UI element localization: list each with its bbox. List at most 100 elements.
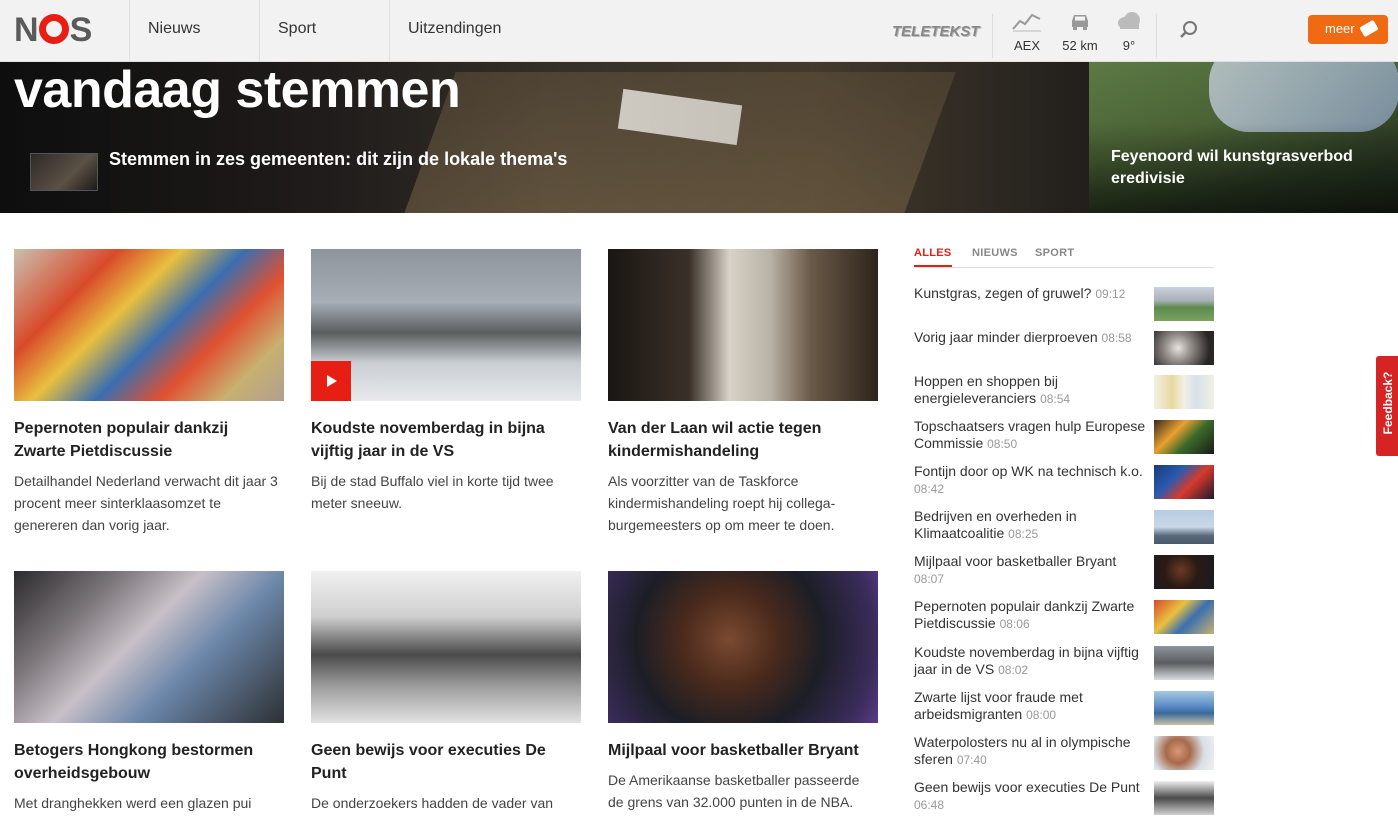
news-text[interactable]: Kunstgras, zegen of gruwel? 09:12 xyxy=(914,285,1146,303)
news-time: 08:00 xyxy=(1026,708,1057,722)
list-item[interactable]: Zwarte lijst voor fraude met arbeidsmigr… xyxy=(914,689,1214,727)
sidebar-tabs: ALLES NIEUWS SPORT xyxy=(914,243,1214,268)
tab-sport[interactable]: SPORT xyxy=(1035,247,1074,259)
news-thumbnail[interactable] xyxy=(1154,331,1214,365)
article-description: Met dranghekken werd een glazen pui xyxy=(14,795,252,811)
hero-title[interactable]: vandaag stemmen xyxy=(14,62,461,120)
news-title: Waterpolosters nu al in olympische sfere… xyxy=(914,734,1131,767)
list-item[interactable]: Hoppen en shoppen bij energieleverancier… xyxy=(914,373,1214,411)
news-time: 06:48 xyxy=(914,798,945,812)
news-thumbnail[interactable] xyxy=(1154,555,1214,589)
nav-item-sport[interactable]: Sport xyxy=(259,0,389,61)
article-title[interactable]: Koudste novemberdag in bijna vijftig jaa… xyxy=(311,417,581,463)
news-text[interactable]: Pepernoten populair dankzij Zwarte Pietd… xyxy=(914,598,1146,633)
list-item[interactable]: Topschaatsers vragen hulp Europese Commi… xyxy=(914,418,1214,456)
feedback-tab[interactable]: Feedback? xyxy=(1376,356,1398,456)
news-thumbnail[interactable] xyxy=(1154,287,1214,321)
news-title: Geen bewijs voor executies De Punt xyxy=(914,779,1140,795)
news-title: Topschaatsers vragen hulp Europese Commi… xyxy=(914,418,1146,451)
article-card[interactable]: Mijlpaal voor basketballer Bryant De Ame… xyxy=(608,571,878,813)
list-item[interactable]: Pepernoten populair dankzij Zwarte Pietd… xyxy=(914,598,1214,636)
article-image[interactable] xyxy=(311,571,581,723)
article-title[interactable]: Geen bewijs voor executies De Punt xyxy=(311,739,581,785)
article-description: Bij de stad Buffalo viel in korte tijd t… xyxy=(311,473,554,511)
list-item[interactable]: Kunstgras, zegen of gruwel? 09:12 xyxy=(914,285,1214,323)
news-time: 09:12 xyxy=(1095,287,1126,301)
news-text[interactable]: Zwarte lijst voor fraude met arbeidsmigr… xyxy=(914,689,1146,724)
article-image[interactable] xyxy=(608,249,878,401)
play-icon[interactable] xyxy=(311,361,351,401)
list-item[interactable]: Waterpolosters nu al in olympische sfere… xyxy=(914,734,1214,772)
weather-widget[interactable]: 9° xyxy=(1114,10,1144,53)
article-title[interactable]: Betogers Hongkong bestormen overheidsgeb… xyxy=(14,739,284,785)
list-item[interactable]: Fontijn door op WK na technisch k.o. 08:… xyxy=(914,463,1214,501)
traffic-widget[interactable]: 52 km xyxy=(1058,10,1102,53)
news-text[interactable]: Bedrijven en overheden in Klimaatcoaliti… xyxy=(914,508,1146,543)
article-image[interactable] xyxy=(14,571,284,723)
news-thumbnail[interactable] xyxy=(1154,420,1214,454)
aex-widget[interactable]: AEX xyxy=(1010,10,1044,53)
chart-icon xyxy=(1012,13,1041,32)
article-image[interactable] xyxy=(311,249,581,401)
news-thumbnail[interactable] xyxy=(1154,465,1214,499)
divider xyxy=(1156,14,1157,58)
news-thumbnail[interactable] xyxy=(1154,781,1214,815)
cloud-icon xyxy=(1118,12,1140,29)
divider xyxy=(992,14,993,58)
news-thumbnail[interactable] xyxy=(1154,600,1214,634)
article-description: De onderzoekers hadden de vader van xyxy=(311,795,554,811)
news-text[interactable]: Koudste novemberdag in bijna vijftig jaa… xyxy=(914,644,1146,679)
article-title[interactable]: Pepernoten populair dankzij Zwarte Pietd… xyxy=(14,417,284,463)
article-title[interactable]: Mijlpaal voor basketballer Bryant xyxy=(608,739,878,762)
news-time: 08:02 xyxy=(998,663,1029,677)
teletekst-link[interactable]: TELETEKST xyxy=(892,23,980,40)
news-time: 08:25 xyxy=(1008,527,1039,541)
news-time: 08:06 xyxy=(999,617,1030,631)
list-item[interactable]: Bedrijven en overheden in Klimaatcoaliti… xyxy=(914,508,1214,546)
news-text[interactable]: Mijlpaal voor basketballer Bryant 08:07 xyxy=(914,553,1146,588)
news-thumbnail[interactable] xyxy=(1154,646,1214,680)
hero-main-image[interactable]: vandaag stemmen Stemmen in zes gemeenten… xyxy=(0,62,1089,213)
feedback-label: Feedback? xyxy=(1381,371,1395,435)
news-text[interactable]: Hoppen en shoppen bij energieleverancier… xyxy=(914,373,1146,408)
news-time: 08:50 xyxy=(987,437,1018,451)
article-card[interactable]: Koudste novemberdag in bijna vijftig jaa… xyxy=(311,249,581,514)
search-button[interactable] xyxy=(1178,19,1200,46)
news-thumbnail[interactable] xyxy=(1154,375,1214,409)
article-card[interactable]: Betogers Hongkong bestormen overheidsgeb… xyxy=(14,571,284,814)
news-text[interactable]: Topschaatsers vragen hulp Europese Commi… xyxy=(914,418,1146,453)
news-thumbnail[interactable] xyxy=(1154,510,1214,544)
news-text[interactable]: Vorig jaar minder dierproeven 08:58 xyxy=(914,329,1146,347)
list-item[interactable]: Geen bewijs voor executies De Punt 06:48 xyxy=(914,779,1214,817)
list-item[interactable]: Mijlpaal voor basketballer Bryant 08:07 xyxy=(914,553,1214,591)
hero-side-title[interactable]: Feyenoord wil kunstgrasverbod eredivisie xyxy=(1111,146,1391,190)
hero-section: vandaag stemmen Stemmen in zes gemeenten… xyxy=(0,62,1398,213)
hero-side-image[interactable]: Feyenoord wil kunstgrasverbod eredivisie xyxy=(1089,62,1398,213)
hero-thumbnail[interactable] xyxy=(30,153,98,191)
nav-item-nieuws[interactable]: Nieuws xyxy=(129,0,259,61)
tab-nieuws[interactable]: NIEUWS xyxy=(972,247,1018,259)
news-thumbnail[interactable] xyxy=(1154,691,1214,725)
article-card[interactable]: Van der Laan wil actie tegen kindermisha… xyxy=(608,249,878,536)
news-thumbnail[interactable] xyxy=(1154,736,1214,770)
article-title[interactable]: Van der Laan wil actie tegen kindermisha… xyxy=(608,417,878,463)
news-time: 08:07 xyxy=(914,572,945,586)
article-card[interactable]: Geen bewijs voor executies De Punt De on… xyxy=(311,571,581,814)
news-text[interactable]: Geen bewijs voor executies De Punt 06:48 xyxy=(914,779,1146,814)
search-icon xyxy=(1180,21,1197,38)
news-text[interactable]: Fontijn door op WK na technisch k.o. 08:… xyxy=(914,463,1146,498)
list-item[interactable]: Vorig jaar minder dierproeven 08:58 xyxy=(914,329,1214,367)
article-card[interactable]: Pepernoten populair dankzij Zwarte Pietd… xyxy=(14,249,284,536)
article-image[interactable] xyxy=(14,249,284,401)
nos-logo[interactable]: NS xyxy=(14,13,92,47)
weather-label: 9° xyxy=(1122,38,1136,53)
meer-button[interactable]: meer xyxy=(1308,15,1388,44)
article-image[interactable] xyxy=(608,571,878,723)
article-description: Als voorzitter van de Taskforce kindermi… xyxy=(608,473,836,533)
list-item[interactable]: Koudste novemberdag in bijna vijftig jaa… xyxy=(914,644,1214,682)
nav-item-uitzendingen[interactable]: Uitzendingen xyxy=(389,0,549,61)
news-text[interactable]: Waterpolosters nu al in olympische sfere… xyxy=(914,734,1146,769)
tab-alles[interactable]: ALLES xyxy=(914,247,952,267)
news-title: Vorig jaar minder dierproeven xyxy=(914,329,1098,345)
hero-subtitle-link[interactable]: Stemmen in zes gemeenten: dit zijn de lo… xyxy=(109,149,567,170)
